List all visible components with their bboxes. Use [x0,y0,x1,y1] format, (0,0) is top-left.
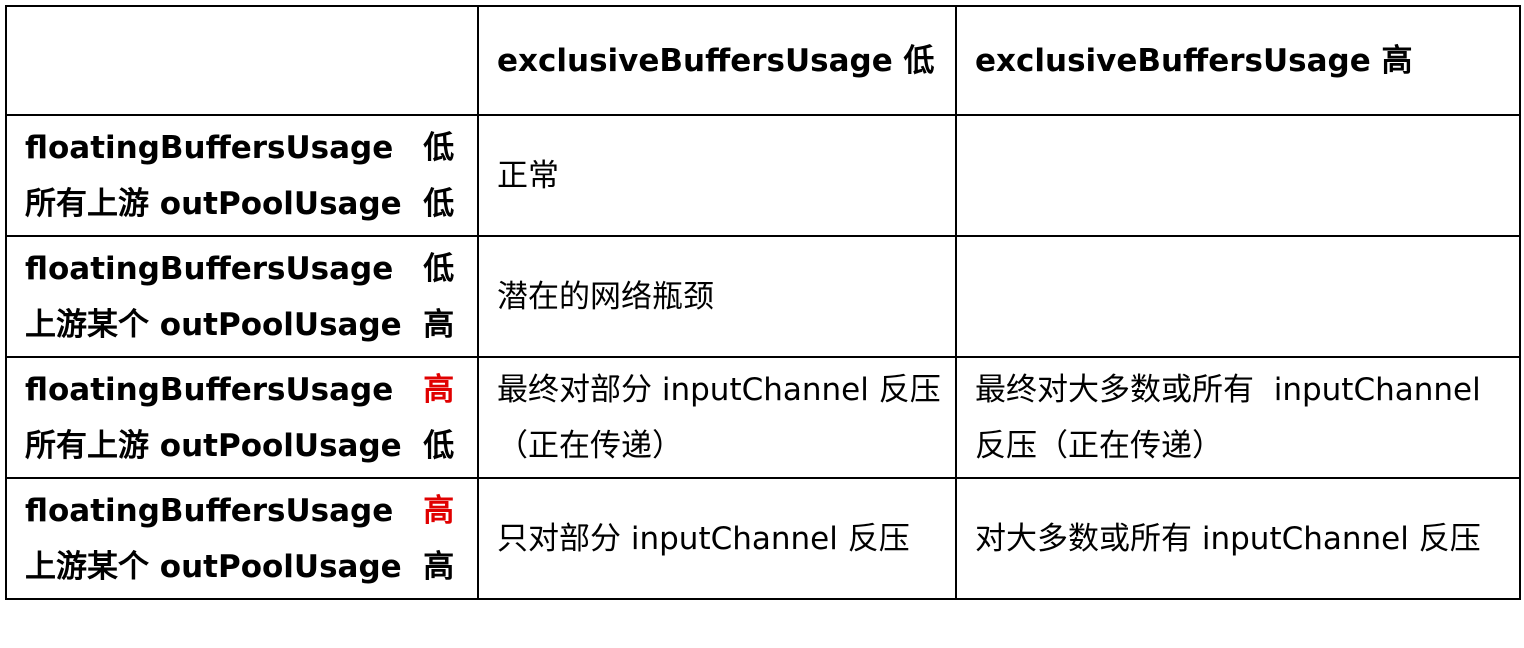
table-row: floatingBuffersUsage 低 所有上游 outPoolUsage … [5,114,1521,237]
cell-exclusive-high [955,235,1521,358]
row-header-line1: floatingBuffersUsage 高 [25,362,459,418]
row-header-cell: floatingBuffersUsage 低 上游某个 outPoolUsage … [5,235,479,358]
cell-line1: 最终对部分 inputChannel 反压 [497,371,941,408]
header-col-exclusive-high: exclusiveBuffersUsage 高 [955,5,1521,116]
cell-exclusive-high [955,114,1521,237]
row-header-line1: floatingBuffersUsage 低 [25,120,459,176]
floating-usage-label: floatingBuffersUsage [25,129,394,166]
row-header-line1: floatingBuffersUsage 低 [25,241,459,297]
table-row: floatingBuffersUsage 低 上游某个 outPoolUsage … [5,235,1521,358]
cell-line2: 反压（正在传递） [975,427,1223,464]
table-header-row: exclusiveBuffersUsage 低 exclusiveBuffers… [5,5,1521,116]
table-row: floatingBuffersUsage 高 所有上游 outPoolUsage … [5,356,1521,479]
cell-exclusive-low: 正常 [477,114,957,237]
cell-exclusive-low: 潜在的网络瓶颈 [477,235,957,358]
floating-usage-level: 低 [423,129,455,166]
floating-usage-level: 低 [423,250,455,287]
backpressure-matrix-table: exclusiveBuffersUsage 低 exclusiveBuffers… [5,5,1521,600]
cell-line1: 最终对大多数或所有 inputChannel [975,371,1481,408]
floating-usage-label: floatingBuffersUsage [25,250,394,287]
row-header-line1: floatingBuffersUsage 高 [25,483,459,539]
table-container: exclusiveBuffersUsage 低 exclusiveBuffers… [5,5,1521,600]
row-header-line2: 上游某个 outPoolUsage 高 [25,548,455,585]
cell-exclusive-high: 最终对大多数或所有 inputChannel 反压（正在传递） [955,356,1521,479]
row-header-cell: floatingBuffersUsage 高 上游某个 outPoolUsage … [5,477,479,600]
cell-line2: （正在传递） [497,427,683,464]
row-header-cell: floatingBuffersUsage 高 所有上游 outPoolUsage … [5,356,479,479]
floating-usage-level: 高 [423,492,455,529]
header-col-exclusive-low: exclusiveBuffersUsage 低 [477,5,957,116]
row-header-line2: 上游某个 outPoolUsage 高 [25,306,455,343]
cell-exclusive-low: 最终对部分 inputChannel 反压 （正在传递） [477,356,957,479]
row-header-cell: floatingBuffersUsage 低 所有上游 outPoolUsage … [5,114,479,237]
header-corner-cell [5,5,479,116]
floating-usage-label: floatingBuffersUsage [25,371,394,408]
row-header-line2: 所有上游 outPoolUsage 低 [25,427,455,464]
cell-exclusive-high: 对大多数或所有 inputChannel 反压 [955,477,1521,600]
cell-exclusive-low: 只对部分 inputChannel 反压 [477,477,957,600]
floating-usage-level: 高 [423,371,455,408]
floating-usage-label: floatingBuffersUsage [25,492,394,529]
row-header-line2: 所有上游 outPoolUsage 低 [25,185,455,222]
table-row: floatingBuffersUsage 高 上游某个 outPoolUsage … [5,477,1521,600]
